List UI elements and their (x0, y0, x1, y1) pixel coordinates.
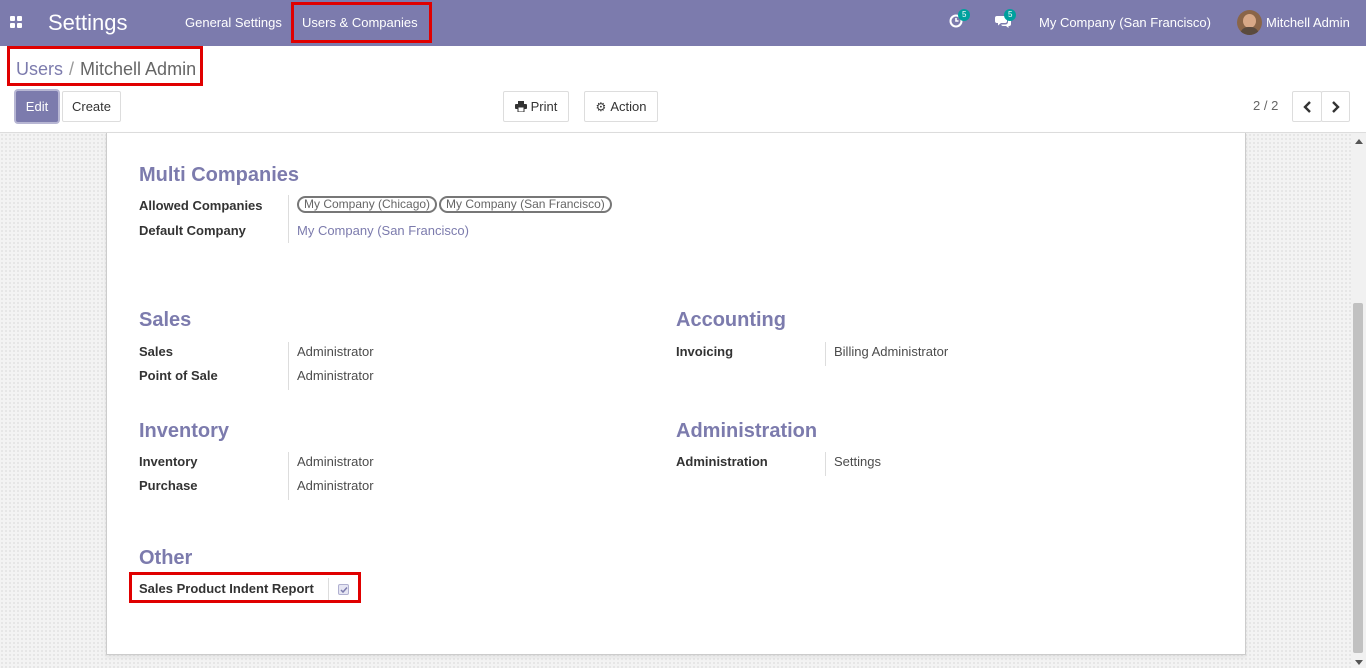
form-sheet: Multi Companies Allowed Companies My Com… (106, 133, 1246, 655)
messages-button[interactable]: 5 (995, 9, 1017, 30)
create-button[interactable]: Create (62, 91, 121, 122)
chevron-left-icon (1302, 100, 1311, 113)
sales-product-indent-report-checkbox[interactable] (338, 584, 349, 595)
vertical-scrollbar[interactable] (1351, 133, 1366, 668)
top-navbar: Settings General Settings Users & Compan… (0, 0, 1366, 46)
value-purchase: Administrator (297, 478, 374, 493)
menu-general-settings[interactable]: General Settings (185, 15, 282, 30)
pager-value: 2 / 2 (1253, 98, 1279, 113)
create-button-label: Create (71, 99, 112, 114)
label-inventory: Inventory (139, 454, 198, 469)
label-default-company: Default Company (139, 223, 246, 238)
company-switcher[interactable]: My Company (San Francisco) (1039, 15, 1211, 30)
group-title-other: Other (139, 547, 193, 569)
company-tag[interactable]: My Company (San Francisco) (439, 196, 612, 213)
checkmark-icon (340, 587, 348, 594)
avatar (1237, 10, 1262, 35)
value-sales: Administrator (297, 344, 374, 359)
field-divider (825, 452, 826, 476)
pager-next-button[interactable] (1321, 91, 1350, 122)
print-button[interactable]: Print (503, 91, 569, 122)
group-title-multi-companies: Multi Companies (139, 164, 300, 186)
label-point-of-sale: Point of Sale (139, 368, 218, 383)
chevron-right-icon (1332, 100, 1340, 113)
app-title: Settings (48, 10, 128, 35)
label-purchase: Purchase (139, 478, 198, 493)
scroll-thumb[interactable] (1353, 303, 1363, 653)
value-point-of-sale: Administrator (297, 368, 374, 383)
allowed-companies-tags[interactable]: My Company (Chicago) My Company (San Fran… (297, 196, 614, 213)
label-administration: Administration (676, 454, 768, 469)
field-divider (288, 195, 289, 243)
value-invoicing: Billing Administrator (834, 344, 949, 359)
breadcrumb-users[interactable]: Users (16, 59, 63, 79)
field-divider (288, 452, 289, 500)
breadcrumb-separator: / (69, 59, 75, 79)
print-button-label: Print (530, 99, 558, 114)
label-sales-product-indent-report: Sales Product Indent Report (139, 581, 314, 596)
label-allowed-companies: Allowed Companies (139, 198, 263, 213)
edit-button[interactable]: Edit (16, 91, 58, 122)
company-tag[interactable]: My Company (Chicago) (297, 196, 438, 213)
label-invoicing: Invoicing (676, 344, 734, 359)
edit-button-label: Edit (25, 99, 49, 114)
gear-icon: ⚙ (595, 99, 607, 114)
group-title-administration: Administration (676, 420, 818, 442)
activity-button[interactable]: 5 (949, 9, 971, 30)
group-title-inventory: Inventory (139, 420, 230, 442)
breadcrumb-current: Mitchell Admin (80, 59, 197, 79)
value-administration: Settings (834, 454, 881, 469)
group-title-sales: Sales (139, 309, 192, 331)
pager-previous-button[interactable] (1292, 91, 1322, 122)
label-sales: Sales (139, 344, 173, 359)
scroll-up-arrow-icon[interactable] (1355, 139, 1363, 144)
apps-grid-icon[interactable] (10, 16, 22, 28)
field-divider (328, 578, 329, 600)
breadcrumb: Users / Mitchell Admin (16, 59, 196, 80)
action-button-label: Action (610, 99, 647, 114)
default-company-link[interactable]: My Company (San Francisco) (297, 223, 469, 238)
form-view: Multi Companies Allowed Companies My Com… (0, 133, 1366, 668)
field-divider (288, 342, 289, 390)
scroll-down-arrow-icon[interactable] (1355, 660, 1363, 665)
action-button[interactable]: ⚙ Action (584, 91, 658, 122)
user-name: Mitchell Admin (1266, 15, 1350, 30)
menu-users-companies[interactable]: Users & Companies (302, 15, 418, 30)
group-title-accounting: Accounting (676, 309, 786, 331)
printer-icon (514, 101, 527, 112)
value-inventory: Administrator (297, 454, 374, 469)
messages-badge: 5 (1004, 9, 1017, 21)
field-divider (825, 342, 826, 366)
activity-badge: 5 (958, 9, 971, 21)
control-panel: Users / Mitchell Admin Edit Create Print ⚙… (0, 46, 1366, 133)
